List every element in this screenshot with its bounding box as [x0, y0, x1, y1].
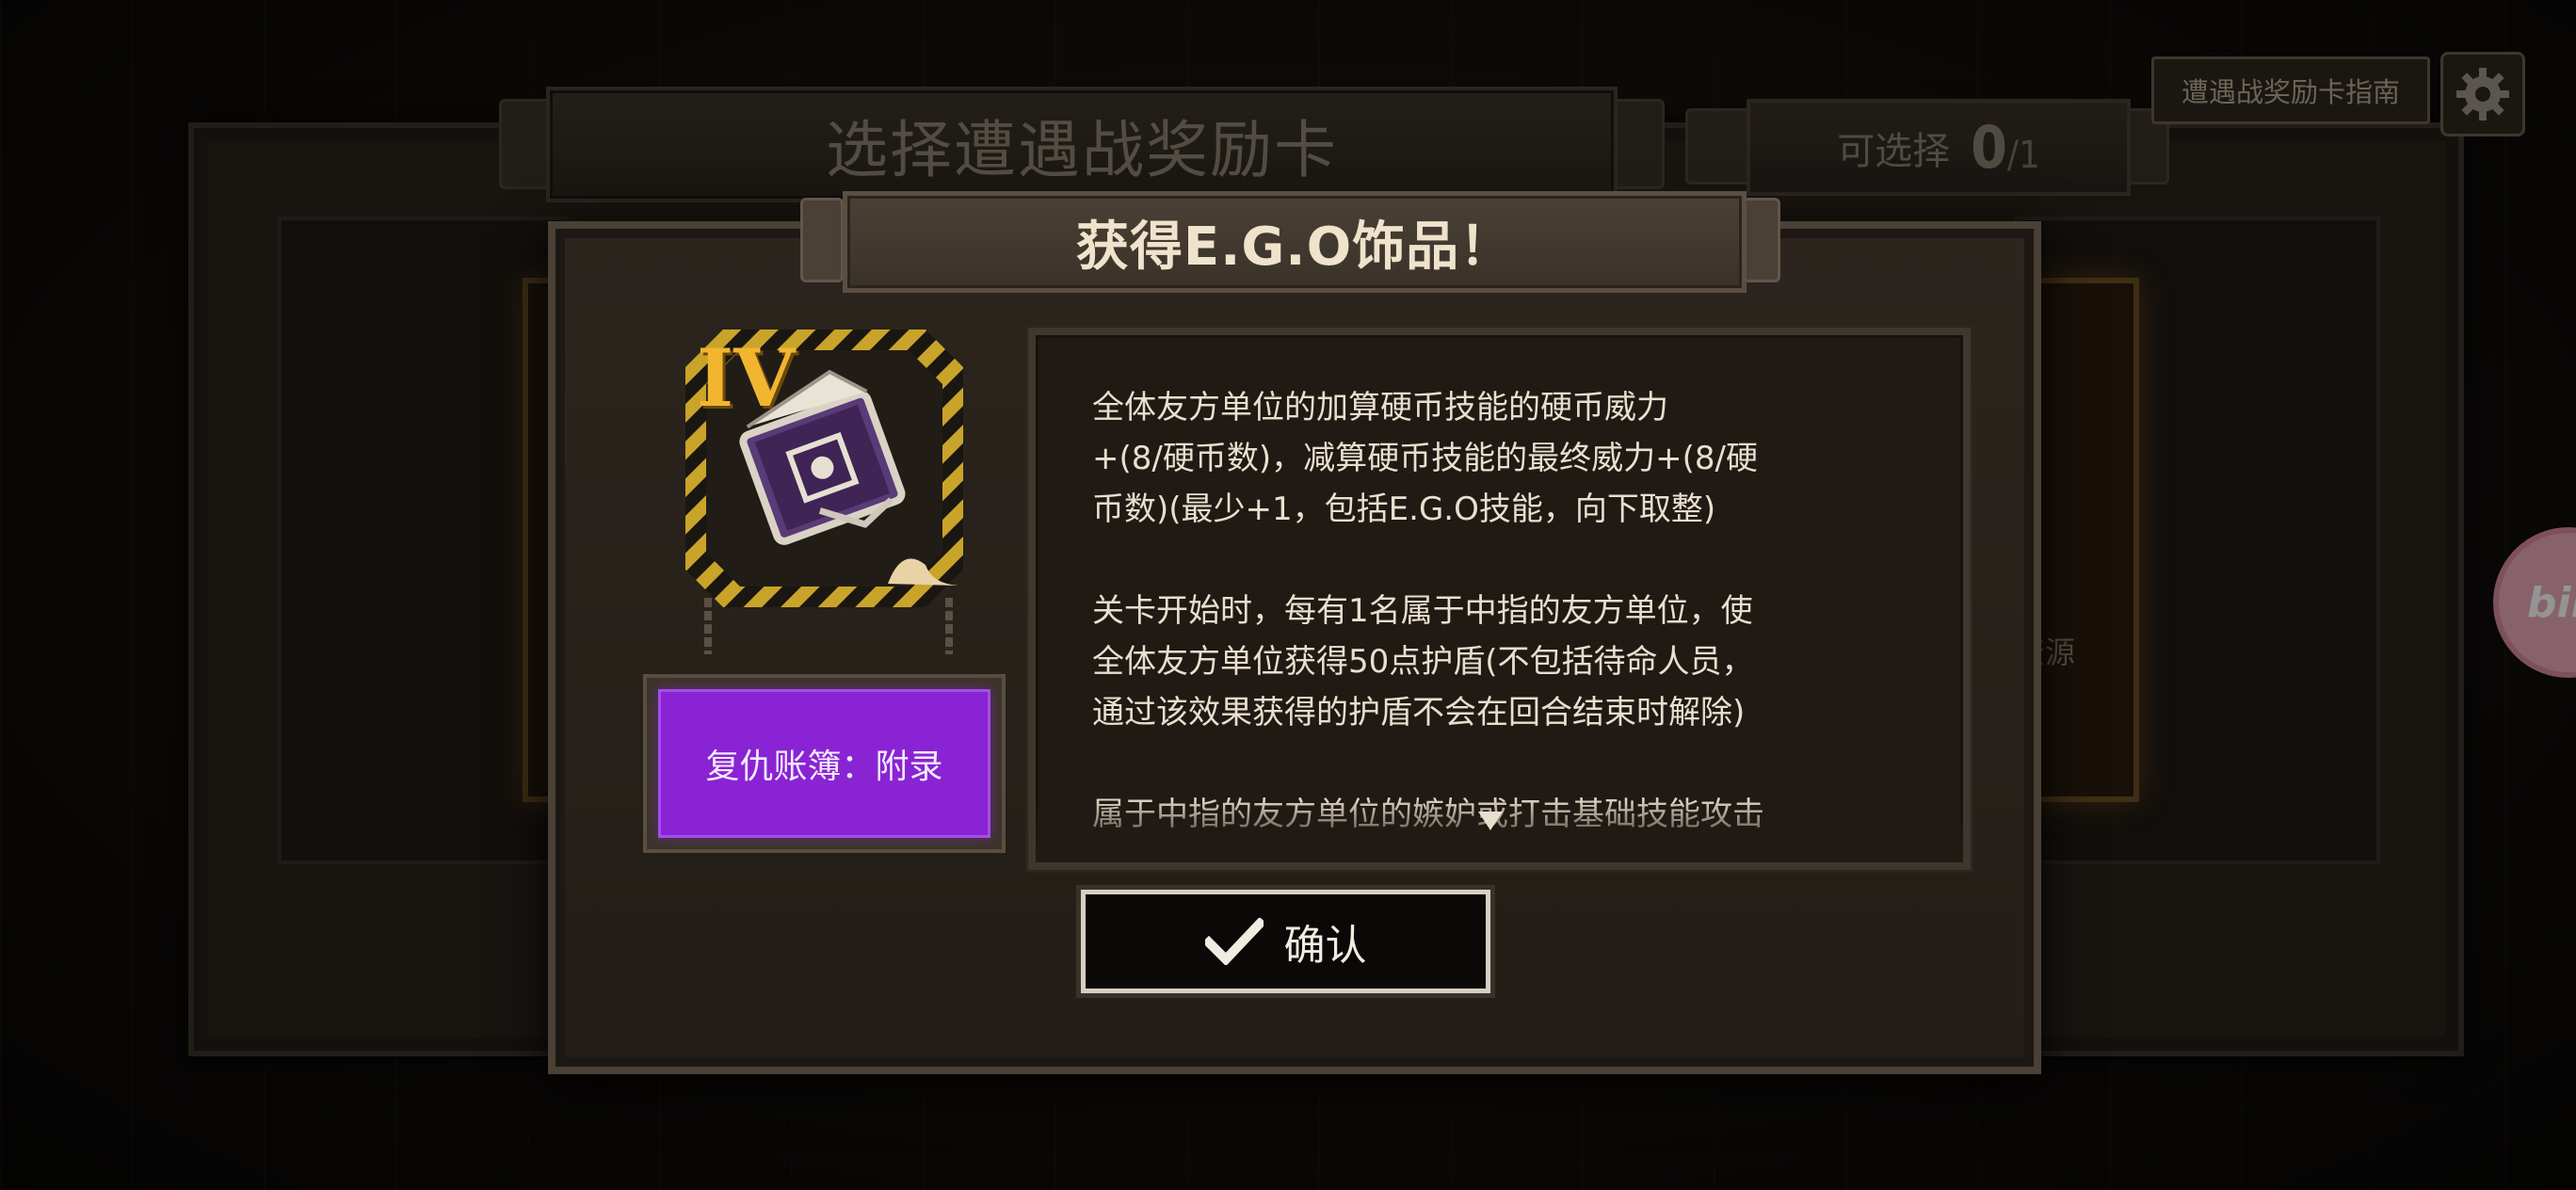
- modal-title: 获得E.G.O饰品！: [1075, 216, 1514, 278]
- chain-decoration: [704, 598, 712, 654]
- scroll-down-icon[interactable]: [1478, 812, 1503, 830]
- description-panel[interactable]: 全体友方单位的加算硬币技能的硬币威力 +(8/硬币数)，减算硬币技能的最终威力+…: [1028, 328, 1971, 870]
- checkmark-icon: [1204, 918, 1264, 965]
- modal-header: 获得E.G.O饰品！: [843, 191, 1747, 293]
- item-name: 复仇账簿：附录: [658, 689, 990, 838]
- header-cap-left: [800, 198, 844, 282]
- chain-decoration: [945, 598, 953, 654]
- item-name-plate: 复仇账簿：附录: [643, 674, 1006, 853]
- item-description: 全体友方单位的加算硬币技能的硬币威力 +(8/硬币数)，减算硬币技能的最终威力+…: [1092, 389, 1764, 833]
- item-tier: IV: [697, 331, 796, 425]
- confirm-button[interactable]: 确认: [1081, 890, 1490, 993]
- confirm-label: 确认: [1283, 922, 1367, 970]
